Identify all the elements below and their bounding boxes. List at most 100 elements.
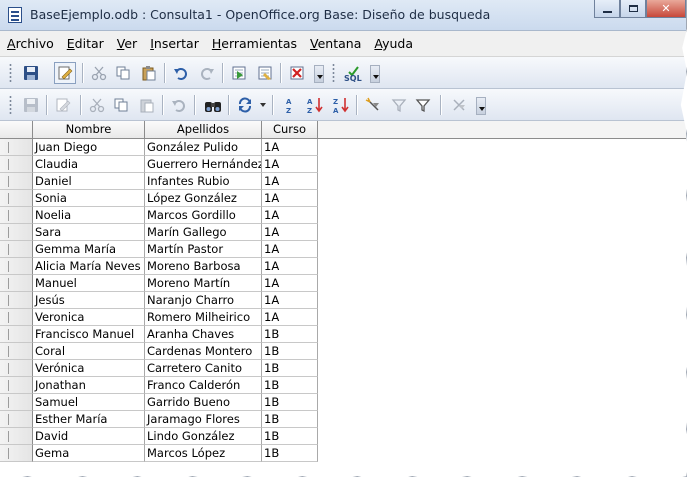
sort-descending-button[interactable]: ZA [330,94,352,116]
row-selector[interactable] [0,258,33,275]
table-row[interactable]: Coral Cardenas Montero 1B [0,343,686,360]
cell-curso[interactable]: 1A [262,224,318,241]
run-sql-direct-button[interactable]: SQL [342,62,366,84]
cell-curso[interactable]: 1B [262,411,318,428]
cell-apellidos[interactable]: Marcos Gordillo [145,207,262,224]
table-row[interactable]: Juan Diego González Pulido 1A [0,139,686,156]
cell-nombre[interactable]: Samuel [33,394,145,411]
copy-button[interactable] [112,62,134,84]
minimize-button[interactable] [594,0,620,18]
table-row[interactable]: Esther María Jaramago Flores 1B [0,411,686,428]
refresh-dropdown-arrow[interactable] [260,103,266,107]
table-row[interactable]: Francisco Manuel Aranha Chaves 1B [0,326,686,343]
cell-curso[interactable]: 1A [262,190,318,207]
cell-apellidos[interactable]: Aranha Chaves [145,326,262,343]
cell-nombre[interactable]: Claudia [33,156,145,173]
table-row[interactable]: Jesús Naranjo Charro 1A [0,292,686,309]
row-selector[interactable] [0,139,33,156]
cut-data-button[interactable] [86,94,108,116]
save-record-button[interactable] [20,94,42,116]
save-button[interactable] [20,62,42,84]
cell-nombre[interactable]: Noelia [33,207,145,224]
table-row[interactable]: Jonathan Franco Calderón 1B [0,377,686,394]
cell-curso[interactable]: 1A [262,207,318,224]
cell-curso[interactable]: 1A [262,275,318,292]
sort-button[interactable]: AZ [280,94,302,116]
cell-nombre[interactable]: Sara [33,224,145,241]
cell-apellidos[interactable]: Guerrero Hernández [145,156,262,173]
table-row[interactable]: Veronica Romero Milheirico 1A [0,309,686,326]
cell-apellidos[interactable]: López González [145,190,262,207]
redo-button[interactable] [196,62,218,84]
cell-nombre[interactable]: Juan Diego [33,139,145,156]
table-row[interactable]: David Lindo González 1B [0,428,686,445]
maximize-button[interactable] [620,0,646,18]
cell-apellidos[interactable]: Franco Calderón [145,377,262,394]
cell-apellidos[interactable]: Marcos López [145,445,262,462]
table-row[interactable]: Claudia Guerrero Hernández 1A [0,156,686,173]
cell-curso[interactable]: 1B [262,445,318,462]
toolbar-overflow-button[interactable] [314,65,324,83]
cell-curso[interactable]: 1B [262,326,318,343]
row-selector[interactable] [0,241,33,258]
cell-nombre[interactable]: Sonia [33,190,145,207]
row-selector[interactable] [0,309,33,326]
table-row[interactable]: Gema Marcos López 1B [0,445,686,462]
cell-apellidos[interactable]: Lindo González [145,428,262,445]
close-button[interactable]: ✕ [646,0,686,18]
cell-curso[interactable]: 1B [262,343,318,360]
cell-nombre[interactable]: Manuel [33,275,145,292]
toolbar-grip-2[interactable] [9,95,12,115]
menu-herramientas[interactable]: Herramientas [205,36,303,51]
cell-curso[interactable]: 1A [262,156,318,173]
toolbar-overflow-button-3[interactable] [476,97,486,115]
cell-curso[interactable]: 1B [262,360,318,377]
edit-mode-button[interactable] [54,62,76,84]
menu-ver[interactable]: Ver [110,36,143,51]
row-selector[interactable] [0,275,33,292]
row-selector[interactable] [0,173,33,190]
grid-corner[interactable] [0,121,33,138]
paste-button[interactable] [138,62,160,84]
cell-curso[interactable]: 1B [262,377,318,394]
remove-filter-button[interactable] [448,94,470,116]
toolbar-grip[interactable] [9,63,12,83]
row-selector[interactable] [0,292,33,309]
column-header-apellidos[interactable]: Apellidos [145,121,262,138]
menu-archivo[interactable]: Archivo [0,36,60,51]
row-selector[interactable] [0,377,33,394]
row-selector[interactable] [0,190,33,207]
table-row[interactable]: Manuel Moreno Martín 1A [0,275,686,292]
cell-nombre[interactable]: David [33,428,145,445]
row-selector[interactable] [0,411,33,428]
row-selector[interactable] [0,207,33,224]
row-selector[interactable] [0,428,33,445]
row-selector[interactable] [0,394,33,411]
toolbar-overflow-button-2[interactable] [370,65,380,83]
cell-nombre[interactable]: Gema [33,445,145,462]
cell-nombre[interactable]: Gemma María [33,241,145,258]
cut-button[interactable] [88,62,110,84]
undo-record-button[interactable] [168,94,190,116]
cell-curso[interactable]: 1B [262,394,318,411]
clear-query-button[interactable] [254,62,276,84]
cell-apellidos[interactable]: González Pulido [145,139,262,156]
row-selector[interactable] [0,343,33,360]
cell-nombre[interactable]: Jonathan [33,377,145,394]
cell-apellidos[interactable]: Moreno Barbosa [145,258,262,275]
cell-curso[interactable]: 1A [262,292,318,309]
table-row[interactable]: Alicia María Neves Moreno Barbosa 1A [0,258,686,275]
cell-apellidos[interactable]: Infantes Rubio [145,173,262,190]
delete-table-button[interactable] [286,62,308,84]
table-row[interactable]: Verónica Carretero Canito 1B [0,360,686,377]
cell-apellidos[interactable]: Marín Gallego [145,224,262,241]
cell-nombre[interactable]: Verónica [33,360,145,377]
cell-curso[interactable]: 1A [262,309,318,326]
cell-nombre[interactable]: Francisco Manuel [33,326,145,343]
table-row[interactable]: Sonia López González 1A [0,190,686,207]
row-selector[interactable] [0,156,33,173]
standard-filter-button[interactable] [388,94,410,116]
table-row[interactable]: Noelia Marcos Gordillo 1A [0,207,686,224]
cell-curso[interactable]: 1A [262,173,318,190]
run-query-button[interactable] [228,62,250,84]
